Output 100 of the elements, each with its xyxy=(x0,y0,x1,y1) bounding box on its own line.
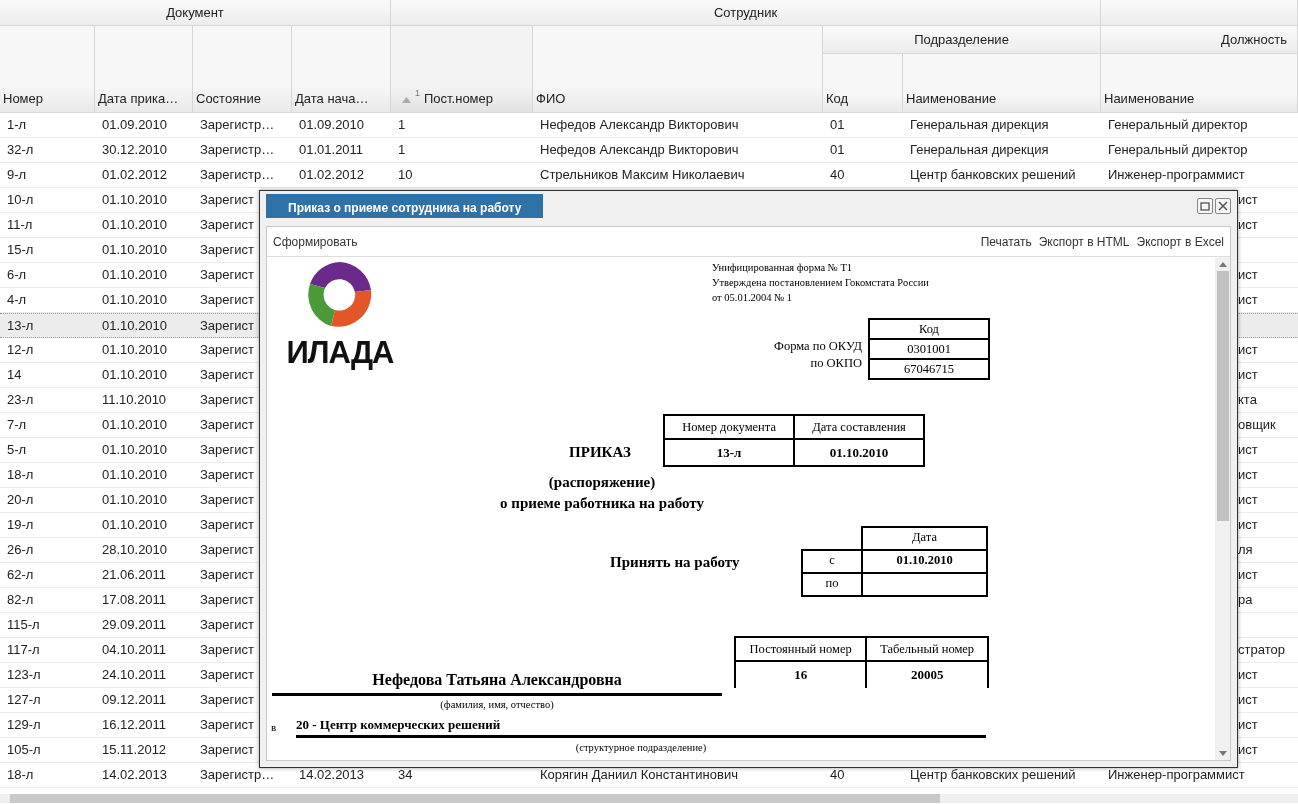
table-cell-text: 11-л xyxy=(6,216,34,234)
horizontal-scrollbar[interactable] xyxy=(0,794,1298,803)
toolbar-link[interactable]: Экспорт в HTML xyxy=(1038,232,1130,251)
dialog-title-tab[interactable]: Приказ о приеме сотрудника на работу xyxy=(266,194,544,218)
column-header[interactable]: Дата прика… xyxy=(95,26,193,113)
table-cell: 01.10.2010 xyxy=(862,550,987,573)
table-cell-text: Зарегист xyxy=(199,341,255,359)
table-cell-text: 01.10.2010 xyxy=(101,341,169,359)
table-cell: ист xyxy=(1238,517,1258,532)
table-cell-text: Зарегист xyxy=(199,491,255,509)
table-cell-text: 01.01.2011 xyxy=(298,141,365,159)
table-cell-text: 82-л xyxy=(6,591,35,609)
table-cell-text: Центр банковских решений xyxy=(909,766,1077,784)
table-cell-text: Инженер-программист xyxy=(1107,766,1246,784)
department-name: 20 - Центр коммерческих решений xyxy=(296,714,986,739)
column-header[interactable]: Состояние xyxy=(193,26,292,113)
table-cell: Постоянный номер xyxy=(735,637,867,661)
table-cell: ист xyxy=(1238,667,1258,682)
column-group-header: Подразделение xyxy=(823,26,1101,54)
table-cell-text: 13-л xyxy=(6,317,35,335)
table-cell: Дата составления xyxy=(794,415,924,439)
scroll-down-icon[interactable] xyxy=(1218,751,1227,756)
table-cell: с xyxy=(802,550,862,573)
column-header[interactable]: 1 Пост.номер xyxy=(391,26,533,113)
table-cell-text: 01.10.2010 xyxy=(101,317,169,335)
scrollbar-thumb[interactable] xyxy=(1216,271,1229,521)
table-cell-text: 6-л xyxy=(6,266,28,284)
table-cell: ист xyxy=(1238,742,1258,757)
table-cell-text: 01.02.2012 xyxy=(298,166,366,184)
vertical-scrollbar[interactable] xyxy=(1215,257,1230,760)
table-cell-text: 15.11.2012 xyxy=(101,741,168,759)
maximize-button[interactable] xyxy=(1197,198,1213,214)
close-button[interactable] xyxy=(1215,198,1231,214)
table-cell-text: 10 xyxy=(397,166,414,184)
table-cell-text: 105-л xyxy=(6,741,42,759)
table-cell-text: 18-л xyxy=(6,466,35,484)
field-caption: (структурное подразделение) xyxy=(574,741,708,756)
table-cell-text: 9-л xyxy=(6,166,28,184)
table-cell: ля xyxy=(1238,542,1253,557)
table-cell-text: 01.10.2010 xyxy=(101,191,169,209)
table-cell: Код xyxy=(869,319,989,339)
table-cell-text: Зарегист xyxy=(199,691,255,709)
form-note-line: Утверждена постановлением Гокомстата России xyxy=(712,276,930,290)
table-cell: ист xyxy=(1238,492,1258,507)
table-cell-text: Нефедов Александр Викторович xyxy=(539,116,740,134)
table-cell: ист xyxy=(1238,192,1258,207)
table-cell-text: 19-л xyxy=(6,516,35,534)
column-group-header: Сотрудник xyxy=(391,0,1101,26)
column-header[interactable]: Наименование xyxy=(903,54,1101,113)
table-cell-text: 01.10.2010 xyxy=(101,516,169,534)
scroll-up-icon[interactable] xyxy=(1218,262,1227,267)
table-cell-text: 7-л xyxy=(6,416,28,434)
table-cell-text: 117-л xyxy=(6,641,41,659)
field-caption: (фамилия, имя, отчество) xyxy=(439,698,555,712)
column-header[interactable]: Номер xyxy=(0,26,95,113)
table-cell-text: 01 xyxy=(829,116,846,134)
column-header[interactable]: Код xyxy=(823,54,903,113)
table-cell-text: Зарегист xyxy=(199,541,255,559)
table-cell-text: Зарегист xyxy=(199,317,255,335)
table-cell-text: 5-л xyxy=(6,441,28,459)
table-cell-text: Генеральная дирекция xyxy=(909,116,1050,134)
table-cell-text: Нефедов Александр Викторович xyxy=(539,141,740,159)
table-cell-text: 21.06.2011 xyxy=(101,566,168,584)
scrollbar-thumb[interactable] xyxy=(10,794,940,803)
table-cell: кта xyxy=(1238,392,1257,407)
table-cell-text: 127-л xyxy=(6,691,42,709)
toolbar-link[interactable]: Экспорт в Excel xyxy=(1136,232,1224,251)
table-cell: ист xyxy=(1238,292,1258,307)
table-cell-text: 14 xyxy=(6,366,23,384)
table-cell-text: Генеральная дирекция xyxy=(909,141,1050,159)
table-cell: Номер документа xyxy=(664,415,795,439)
form-label: по ОКПО xyxy=(809,355,862,371)
logo-text: ИЛАДА xyxy=(286,336,394,370)
table-cell-text: 17.08.2011 xyxy=(101,591,168,609)
table-cell-text: 04.10.2011 xyxy=(101,641,168,659)
table-cell-text: 115-л xyxy=(6,616,41,634)
column-header[interactable]: Наименование xyxy=(1101,54,1298,113)
table-cell-text: 01.10.2010 xyxy=(101,491,169,509)
table-cell-text: 01.10.2010 xyxy=(101,291,169,309)
sort-order: 1 xyxy=(415,86,420,100)
table-cell: ист xyxy=(1238,217,1258,232)
column-group-header: Документ xyxy=(0,0,391,26)
table-cell: 0301001 xyxy=(869,339,989,359)
table-cell-text: 4-л xyxy=(6,291,28,309)
table-cell-text: Зарегист xyxy=(199,466,255,484)
table-cell-text: 01.10.2010 xyxy=(101,416,169,434)
table-cell-text: Зарегист xyxy=(199,566,255,584)
table-cell-text: 24.10.2011 xyxy=(101,666,168,684)
column-header[interactable]: ФИО xyxy=(533,26,823,113)
table-cell-text: Зарегистр… xyxy=(199,116,276,134)
table-cell-text: Центр банковских решений xyxy=(909,166,1077,184)
column-group-header: Должность xyxy=(1101,26,1298,54)
toolbar-link[interactable]: Сформировать xyxy=(273,232,358,251)
table-cell-text: Зарегист xyxy=(199,241,255,259)
column-header[interactable]: Дата нача… xyxy=(292,26,391,113)
table-cell-text: Зарегистр… xyxy=(199,766,276,784)
table-cell-text: 01.02.2012 xyxy=(101,166,169,184)
toolbar-link[interactable]: Печатать xyxy=(980,232,1032,251)
document-subject: о приеме работника на работу xyxy=(499,494,705,513)
table-cell: стратор xyxy=(1238,642,1285,657)
